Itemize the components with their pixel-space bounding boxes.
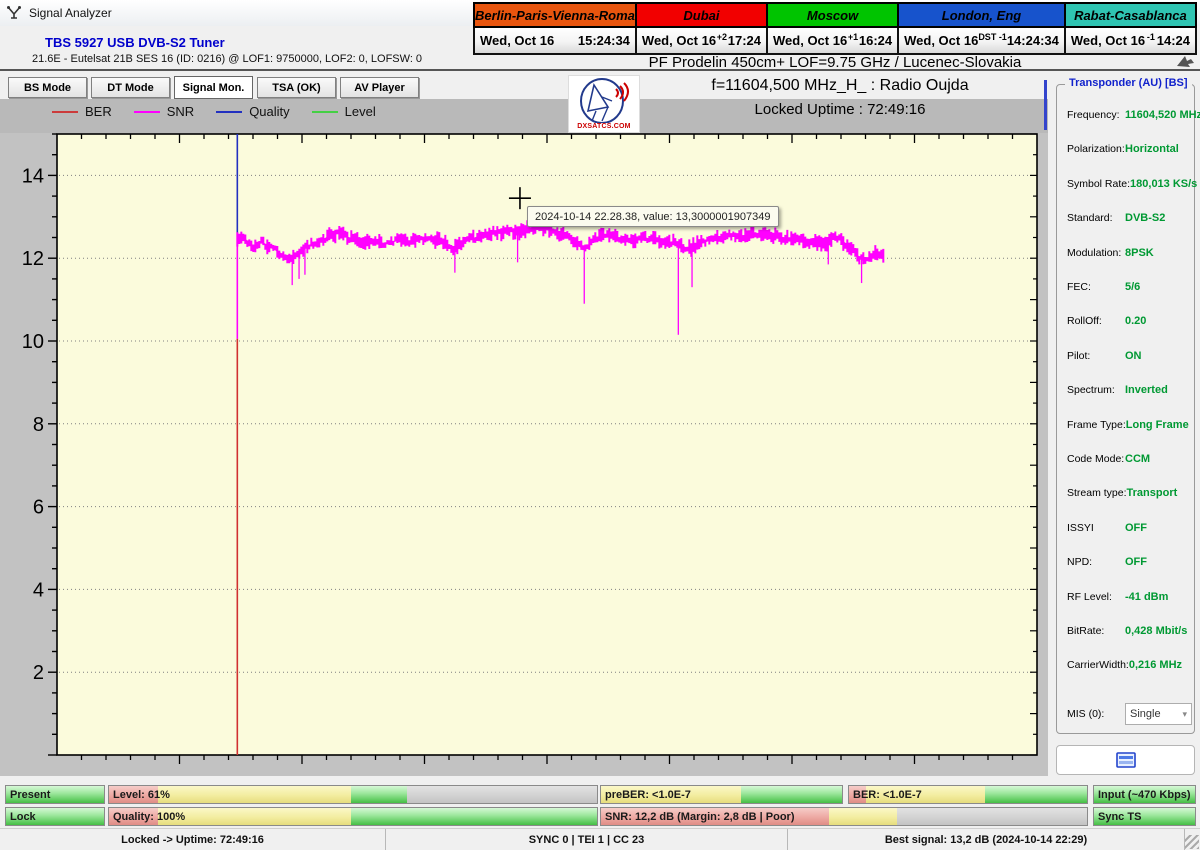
legend-snr: SNR <box>133 104 194 119</box>
clock-0: Berlin-Paris-Vienna-Roma Wed, Oct 16 15:2… <box>473 2 637 55</box>
tp-row-issyi: ISSYI OFF <box>1067 521 1147 534</box>
bar-label: Input (~470 Kbps) <box>1098 788 1191 801</box>
legend-line-icon <box>133 110 160 113</box>
tp-row-spectrum-: Spectrum: Inverted <box>1067 384 1168 397</box>
status-best-signal: Best signal: 13,2 dB (2024-10-14 22:29) <box>788 829 1185 850</box>
satellite-dish-icon <box>580 78 629 124</box>
bar-level: Level: 61% <box>108 785 598 804</box>
tp-row-polarization-: Polarization: Horizontal <box>1067 143 1179 156</box>
clock-1: Dubai Wed, Oct 16 +2 17:24 <box>634 2 769 55</box>
clock-2: Moscow Wed, Oct 16 +1 16:24 <box>766 2 900 55</box>
signal-bars: Present Level: 61% preBER: <1.0E-7 BER: <1.… <box>0 784 1200 826</box>
bar-label: Sync TS <box>1098 810 1142 823</box>
tuner-title: TBS 5927 USB DVB-S2 Tuner <box>45 35 225 50</box>
tp-row-bitrate-: BitRate: 0,428 Mbit/s <box>1067 625 1188 637</box>
legend-ber: BER <box>52 104 112 119</box>
app-icon <box>7 6 21 19</box>
tab-bs-mode[interactable]: BS Mode <box>8 77 87 98</box>
tab-signal-mon-[interactable]: Signal Mon. <box>174 76 253 99</box>
bar-quality: Quality: 100% <box>108 807 598 826</box>
world-clocks: Berlin-Paris-Vienna-Roma Wed, Oct 16 15:2… <box>473 2 1197 55</box>
tp-row-frame-type-: Frame Type: Long Frame <box>1067 418 1189 431</box>
legend-line-icon <box>311 110 338 113</box>
window-title: Signal Analyzer <box>29 6 112 20</box>
dxsatcs-logo: DXSATCS.COM <box>568 75 640 133</box>
chart-area <box>0 133 1048 776</box>
scrollbar-thumb[interactable] <box>1044 80 1047 130</box>
transponder-panel-title: Transponder (AU) [BS] <box>1065 77 1192 89</box>
legend-level: Level <box>311 104 376 119</box>
mis-label: MIS (0): <box>1067 708 1105 720</box>
uptime-header: Locked Uptime : 72:49:16 <box>754 101 926 118</box>
tp-row-rolloff-: RollOff: 0.20 <box>1067 315 1147 328</box>
chevron-down-icon: ▾ <box>1182 708 1187 719</box>
tp-row-symbol-rate-: Symbol Rate: 180,013 KS/s <box>1067 177 1198 190</box>
clock-city: Rabat-Casablanca <box>1063 2 1197 28</box>
bar-label: Level: 61% <box>113 788 170 801</box>
tp-row-standard-: Standard: DVB-S2 <box>1067 212 1166 225</box>
tp-row-rf-level-: RF Level: -41 dBm <box>1067 590 1169 603</box>
bar-ber: BER: <1.0E-7 <box>848 785 1088 804</box>
bar-present: Present <box>5 785 105 804</box>
chart-legend: BER SNR Quality Level <box>52 104 376 119</box>
bar-label: SNR: 12,2 dB (Margin: 2,8 dB | Poor) <box>605 810 795 823</box>
tp-row-pilot-: Pilot: ON <box>1067 349 1142 362</box>
tp-row-stream-type-: Stream type: Transport <box>1067 487 1178 500</box>
status-bar: Locked -> Uptime: 72:49:16 SYNC 0 | TEI … <box>0 828 1200 850</box>
signal-header: f=11604,500 MHz_H_ : Radio Oujda <box>711 77 969 94</box>
clock-time: Wed, Oct 16 DST -1 14:24:34 <box>897 28 1066 55</box>
tp-row-modulation-: Modulation: 8PSK <box>1067 246 1154 259</box>
tuner-subtitle: 21.6E - Eutelsat 21B SES 16 (ID: 0216) @… <box>32 53 423 65</box>
clock-time: Wed, Oct 16 -1 14:24 <box>1063 28 1197 55</box>
save-icon <box>1115 752 1136 768</box>
legend-line-icon <box>216 110 243 113</box>
bar-lock: Lock <box>5 807 105 826</box>
bar-preber: preBER: <1.0E-7 <box>600 785 843 804</box>
chart-plot[interactable] <box>57 134 1037 755</box>
clock-city: Dubai <box>634 2 769 28</box>
bar-snr: SNR: 12,2 dB (Margin: 2,8 dB | Poor) <box>600 807 1088 826</box>
save-button[interactable] <box>1056 745 1195 775</box>
tp-row-frequency-: Frequency: 11604,520 MHz <box>1067 109 1200 121</box>
bar-label: Present <box>10 788 51 801</box>
clock-city: London, Eng <box>897 2 1066 28</box>
mis-dropdown[interactable]: Single ▾ <box>1125 703 1192 725</box>
clock-city: Berlin-Paris-Vienna-Roma <box>473 2 637 28</box>
cursor-icon <box>1177 56 1194 67</box>
tab-av-player[interactable]: AV Player <box>340 77 419 98</box>
tab-tsa-ok-[interactable]: TSA (OK) <box>257 77 336 98</box>
mis-row: MIS (0): Single ▾ <box>1067 703 1192 725</box>
transponder-panel: Transponder (AU) [BS] Frequency: 11604,52… <box>1056 77 1200 734</box>
clock-city: Moscow <box>766 2 900 28</box>
legend-line-icon <box>52 110 78 113</box>
bar-label: Quality: 100% <box>113 810 186 823</box>
status-sync: SYNC 0 | TEI 1 | CC 23 <box>386 829 788 850</box>
clock-3: London, Eng Wed, Oct 16 DST -1 14:24:34 <box>897 2 1066 55</box>
bar-label: preBER: <1.0E-7 <box>605 788 691 801</box>
chart-tooltip: 2024-10-14 22.28.38, value: 13,300000190… <box>527 206 779 227</box>
resize-grip[interactable] <box>1185 835 1199 849</box>
bar-syncts: Sync TS <box>1093 807 1196 826</box>
bar-input: Input (~470 Kbps) <box>1093 785 1196 804</box>
tp-row-fec-: FEC: 5/6 <box>1067 281 1141 293</box>
mis-value: Single <box>1130 708 1161 720</box>
logo-text: DXSATCS.COM <box>577 123 631 130</box>
tp-row-code-mode-: Code Mode: CCM <box>1067 453 1151 465</box>
bar-label: BER: <1.0E-7 <box>853 788 922 801</box>
mode-tabs: BS Mode DT Mode Signal Mon. TSA (OK) AV Play… <box>8 76 419 99</box>
site-header: PF Prodelin 450cm+ LOF=9.75 GHz / Lucene… <box>648 54 1022 71</box>
tab-dt-mode[interactable]: DT Mode <box>91 77 170 98</box>
clock-4: Rabat-Casablanca Wed, Oct 16 -1 14:24 <box>1063 2 1197 55</box>
tp-row-carrierwidth-: CarrierWidth: 0,216 MHz <box>1067 659 1183 672</box>
legend-quality: Quality <box>216 104 290 119</box>
bar-label: Lock <box>10 810 36 823</box>
clock-time: Wed, Oct 16 +1 16:24 <box>766 28 900 55</box>
clock-time: Wed, Oct 16 15:24:34 <box>473 28 637 55</box>
status-uptime: Locked -> Uptime: 72:49:16 <box>0 829 386 850</box>
clock-time: Wed, Oct 16 +2 17:24 <box>634 28 769 55</box>
tp-row-npd-: NPD: OFF <box>1067 556 1147 569</box>
signal-analyzer-window: Signal Analyzer Berlin-Paris-Vienna-Roma… <box>0 0 1200 850</box>
